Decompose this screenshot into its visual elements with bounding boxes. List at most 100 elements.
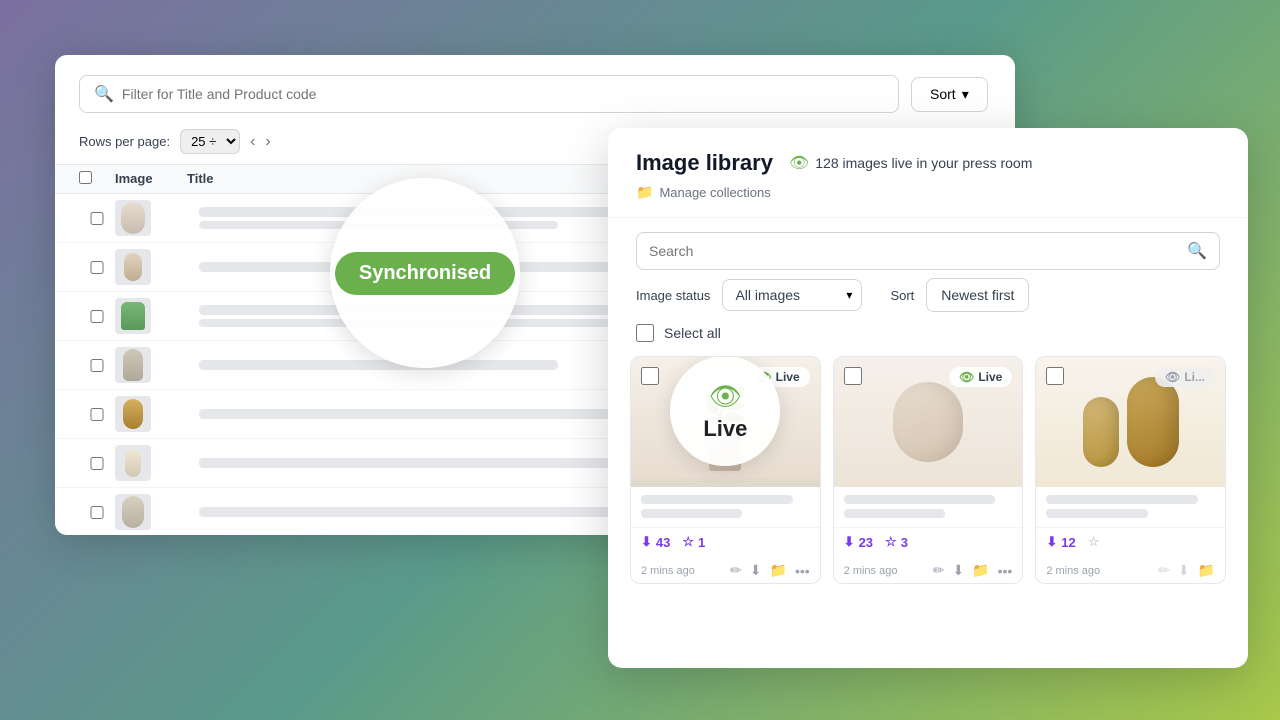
next-page-button[interactable]: › bbox=[265, 133, 270, 151]
card-time-row: 2 mins ago ✏ ⬇ 📁 ••• bbox=[631, 556, 820, 583]
prev-page-button[interactable]: ‹ bbox=[250, 133, 255, 151]
more-icon[interactable]: ••• bbox=[998, 563, 1013, 579]
folder-icon[interactable]: 📁 bbox=[770, 562, 787, 579]
card-info bbox=[1036, 487, 1225, 527]
rows-per-page-select[interactable]: 25 ÷ bbox=[180, 129, 240, 154]
table-header-bar: 🔍 Sort ▾ bbox=[55, 55, 1015, 125]
card-actions: ✏ ⬇ 📁 ••• bbox=[730, 562, 810, 579]
eye-icon: 👁 bbox=[789, 153, 809, 173]
download-stat[interactable]: ⬇ 43 bbox=[641, 534, 670, 550]
magnify-badge-label: Synchronised bbox=[335, 252, 515, 295]
select-all-checkbox-header bbox=[79, 171, 115, 187]
download-icon[interactable]: ⬇ bbox=[750, 562, 762, 579]
download-icon: ⬇ bbox=[1046, 534, 1057, 550]
card-time-row: 2 mins ago ✏ ⬇ 📁 bbox=[1036, 556, 1225, 583]
card-checkbox[interactable] bbox=[641, 367, 659, 385]
header-checkbox[interactable] bbox=[79, 171, 92, 184]
table-search-bar[interactable]: 🔍 bbox=[79, 75, 899, 113]
title-bar bbox=[199, 360, 558, 370]
download-count: 12 bbox=[1061, 535, 1075, 550]
col-image: Image bbox=[115, 171, 187, 187]
card-subtitle-bar bbox=[1046, 509, 1147, 518]
live-badge-text: Live bbox=[978, 370, 1002, 384]
download-icon: ⬇ bbox=[844, 534, 855, 550]
star-icon: ☆ bbox=[1088, 534, 1100, 550]
vase-group bbox=[1083, 377, 1179, 467]
star-icon: ☆ bbox=[885, 534, 897, 550]
library-live-count: 👁 128 images live in your press room bbox=[789, 153, 1032, 173]
pencil-icon[interactable]: ✏ bbox=[1158, 562, 1170, 579]
download-count: 23 bbox=[859, 535, 873, 550]
pencil-icon[interactable]: ✏ bbox=[730, 562, 742, 579]
favorite-stat[interactable]: ☆ 1 bbox=[682, 534, 705, 550]
row-checkbox[interactable] bbox=[79, 457, 115, 470]
row-checkbox[interactable] bbox=[79, 261, 115, 274]
card-checkbox[interactable] bbox=[1046, 367, 1064, 385]
row-thumb bbox=[115, 494, 151, 530]
card-actions: ✏ ⬇ 📁 ••• bbox=[933, 562, 1013, 579]
card-footer: ⬇ 12 ☆ bbox=[1036, 527, 1225, 556]
vase-small bbox=[1083, 397, 1119, 467]
card-stats: ⬇ 12 ☆ bbox=[1046, 534, 1099, 550]
sort-value[interactable]: Newest first bbox=[926, 278, 1029, 312]
favorite-count: 3 bbox=[901, 535, 908, 550]
row-thumb bbox=[115, 200, 151, 236]
favorite-stat[interactable]: ☆ bbox=[1088, 534, 1100, 550]
sort-label: Sort bbox=[930, 86, 956, 102]
sort-label: Sort bbox=[890, 288, 914, 303]
library-header: Image library 👁 128 images live in your … bbox=[608, 128, 1248, 218]
download-count: 43 bbox=[656, 535, 670, 550]
folder-icon[interactable]: 📁 bbox=[1198, 562, 1215, 579]
folder-icon[interactable]: 📁 bbox=[972, 562, 989, 579]
card-checkbox[interactable] bbox=[844, 367, 862, 385]
row-checkbox[interactable] bbox=[79, 408, 115, 421]
image-grid: 👁 Live 🌿 👁 Live bbox=[608, 350, 1248, 606]
card-actions: ✏ ⬇ 📁 bbox=[1158, 562, 1215, 579]
image-status-select-wrap: All images ▾ bbox=[722, 279, 862, 311]
row-thumb bbox=[115, 298, 151, 334]
row-checkbox[interactable] bbox=[79, 212, 115, 225]
row-thumb bbox=[115, 347, 151, 383]
manage-collections-link[interactable]: 📁 Manage collections bbox=[636, 184, 1220, 201]
image-status-select[interactable]: All images bbox=[722, 279, 862, 311]
row-thumb bbox=[115, 445, 151, 481]
download-icon[interactable]: ⬇ bbox=[952, 562, 964, 579]
manage-collections-label: Manage collections bbox=[659, 185, 770, 200]
library-controls: 🔍 bbox=[608, 218, 1248, 278]
card-live-badge: 👁 Li... bbox=[1155, 367, 1215, 387]
vase-shape bbox=[893, 382, 963, 462]
card-stats: ⬇ 23 ☆ 3 bbox=[844, 534, 908, 550]
library-search-bar[interactable]: 🔍 bbox=[636, 232, 1220, 270]
table-sort-button[interactable]: Sort ▾ bbox=[911, 77, 988, 112]
search-icon: 🔍 bbox=[1187, 241, 1207, 261]
title-bar bbox=[199, 507, 655, 517]
live-circle-text: Live bbox=[703, 416, 747, 442]
favorite-stat[interactable]: ☆ 3 bbox=[885, 534, 908, 550]
favorite-count: 1 bbox=[698, 535, 705, 550]
eye-icon-large: 👁 bbox=[709, 381, 742, 412]
image-status-label: Image status bbox=[636, 288, 710, 303]
image-card: 👁 Li... ⬇ 12 bbox=[1035, 356, 1226, 584]
card-live-badge: 👁 Live bbox=[949, 367, 1012, 387]
row-checkbox[interactable] bbox=[79, 359, 115, 372]
card-top-bar: 👁 Li... bbox=[1046, 367, 1215, 387]
table-search-input[interactable] bbox=[122, 86, 884, 102]
row-checkbox[interactable] bbox=[79, 506, 115, 519]
eye-icon: 👁 bbox=[1165, 370, 1180, 384]
row-thumb bbox=[115, 396, 151, 432]
card-time-row: 2 mins ago ✏ ⬇ 📁 ••• bbox=[834, 556, 1023, 583]
download-stat[interactable]: ⬇ 23 bbox=[844, 534, 873, 550]
card-title-bar bbox=[641, 495, 793, 504]
more-icon[interactable]: ••• bbox=[795, 563, 810, 579]
pencil-icon[interactable]: ✏ bbox=[933, 562, 945, 579]
download-icon: ⬇ bbox=[641, 534, 652, 550]
card-title-bar bbox=[844, 495, 996, 504]
row-checkbox[interactable] bbox=[79, 310, 115, 323]
rows-per-page-label: Rows per page: bbox=[79, 134, 170, 149]
library-search-input[interactable] bbox=[649, 243, 1179, 259]
card-subtitle-bar bbox=[844, 509, 945, 518]
live-badge-text: Live bbox=[776, 370, 800, 384]
select-all-checkbox[interactable] bbox=[636, 324, 654, 342]
download-stat[interactable]: ⬇ 12 bbox=[1046, 534, 1075, 550]
download-icon[interactable]: ⬇ bbox=[1178, 562, 1190, 579]
